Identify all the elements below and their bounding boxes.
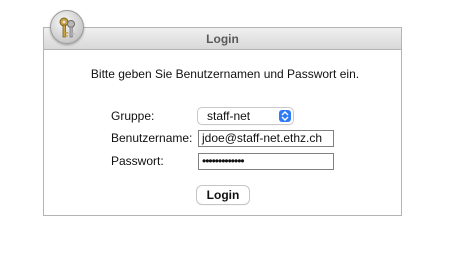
keys-icon	[50, 10, 84, 44]
dialog-title: Login	[206, 32, 239, 46]
group-select-value: staff-net	[207, 109, 251, 123]
dialog-titlebar: Login	[44, 28, 401, 50]
group-label: Gruppe:	[111, 109, 155, 123]
login-button[interactable]: Login	[197, 186, 249, 204]
username-field[interactable]: jdoe@staff-net.ethz.ch	[198, 130, 334, 147]
login-instructions: Bitte geben Sie Benutzernamen und Passwo…	[90, 67, 360, 81]
select-arrows-icon	[279, 110, 291, 122]
group-select[interactable]: staff-net	[198, 108, 293, 124]
password-field[interactable]: •••••••••••••	[198, 153, 334, 170]
username-label: Benutzername:	[111, 131, 193, 145]
password-label: Passwort:	[111, 154, 164, 168]
keys-icon-graphic	[59, 17, 75, 38]
